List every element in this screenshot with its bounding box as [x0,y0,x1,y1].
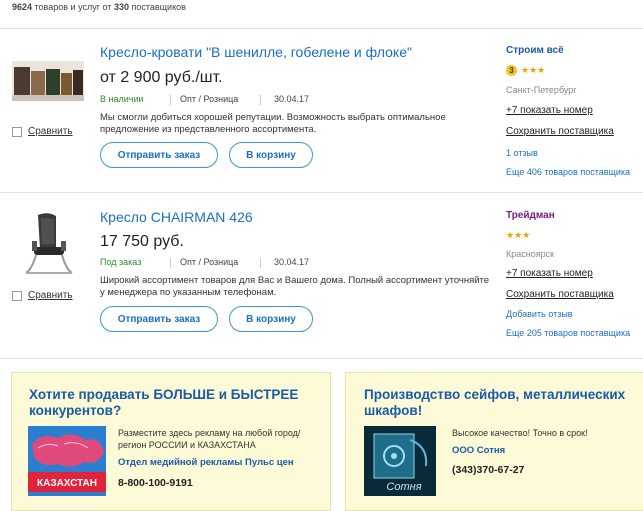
ad-title[interactable]: Производство сейфов, металлических шкафо… [364,387,634,419]
send-order-button[interactable]: Отправить заказ [100,306,218,332]
supplier-city: Красноярск [506,249,555,259]
product-image[interactable] [12,211,84,281]
show-phone-link[interactable]: +7 показать номер [506,105,593,116]
show-phone-link[interactable]: +7 показать номер [506,268,593,279]
save-supplier-link[interactable]: Сохранить поставщика [506,289,614,300]
suppliers-count: 330 [113,2,129,12]
product-title-link[interactable]: Кресло CHAIRMAN 426 [100,209,253,225]
divider [0,358,643,359]
compare-label[interactable]: Сравнить [28,126,73,137]
product-description: Широкий ассортимент товаров для Вас и Ва… [100,275,490,298]
divider [260,95,261,105]
compare-checkbox[interactable]: Сравнить [12,290,73,301]
supplier-city: Санкт-Петербург [506,85,577,95]
ad-phone: 8-800-100-9191 [118,477,193,489]
results-count: 9624 [12,2,33,12]
save-supplier-link[interactable]: Сохранить поставщика [506,126,614,137]
product-price: 17 750 руб. [100,233,184,250]
results-summary: 9624 товаров и услуг от 330 поставщиков [12,2,186,12]
supplier-name-link[interactable]: Трейдман [506,210,555,221]
ad-text: Высокое качество! Точно в срок! [452,428,588,438]
listing-date: 30.04.17 [274,94,310,104]
product-description: Мы смогли добиться хорошей репутации. Во… [100,112,446,135]
star-icons: ★★★ [521,65,546,75]
kazakhstan-map-image[interactable]: КАЗАХСТАН [28,426,106,501]
safe-company-image[interactable]: Сотня [364,426,436,501]
ad-link[interactable]: ООО Сотня [452,445,505,456]
ad-phone: (343)370-67-27 [452,464,525,476]
ad-title[interactable]: Хотите продавать БОЛЬШЕ и БЫСТРЕЕ конкур… [29,387,319,419]
level-badge: 3 [506,65,517,76]
supplier-rating: ★★★ [506,230,530,241]
listing-date: 30.04.17 [274,257,310,267]
divider [170,258,171,268]
checkbox-box[interactable] [12,126,22,137]
product-price: от 2 900 руб./шт. [100,69,223,86]
more-products-link[interactable]: Еще 406 товаров поставщика [506,167,630,177]
compare-label[interactable]: Сравнить [28,290,73,301]
divider [170,95,171,105]
checkbox-box[interactable] [12,290,22,301]
sale-type: Опт / Розница [180,94,239,104]
ad-banner[interactable]: Производство сейфов, металлических шкафо… [345,372,643,511]
add-review-link[interactable]: Добавить отзыв [506,309,573,319]
sale-type: Опт / Розница [180,257,239,267]
product-image[interactable] [12,61,84,101]
supplier-name-link[interactable]: Строим всё [506,45,564,56]
product-listing: Сравнить Кресло-кровати "В шенилле, гобе… [0,29,643,179]
ad-image-caption: КАЗАХСТАН [37,478,97,489]
product-listing: Сравнить Кресло CHAIRMAN 426 17 750 руб.… [0,193,643,343]
compare-checkbox[interactable]: Сравнить [12,126,73,137]
more-products-link[interactable]: Еще 205 товаров поставщика [506,328,630,338]
stock-status: Под заказ [100,257,142,267]
add-to-cart-button[interactable]: В корзину [229,306,313,332]
stock-status: В наличии [100,94,144,104]
supplier-rating: 3 ★★★ [506,65,545,76]
ad-banner[interactable]: Хотите продавать БОЛЬШЕ и БЫСТРЕЕ конкур… [11,372,331,511]
divider [260,258,261,268]
product-title-link[interactable]: Кресло-кровати "В шенилле, гобелене и фл… [100,44,412,60]
send-order-button[interactable]: Отправить заказ [100,142,218,168]
star-icons: ★★★ [506,230,531,240]
results-text-middle: товаров и услуг от [32,2,114,12]
ad-link[interactable]: Отдел медийной рекламы Пульс цен [118,457,294,468]
ad-image-caption: Сотня [386,481,421,493]
add-to-cart-button[interactable]: В корзину [229,142,313,168]
results-text-tail: поставщиков [128,2,186,12]
ad-text: Разместите здесь рекламу на любой город/… [118,428,301,450]
reviews-link[interactable]: 1 отзыв [506,148,538,158]
